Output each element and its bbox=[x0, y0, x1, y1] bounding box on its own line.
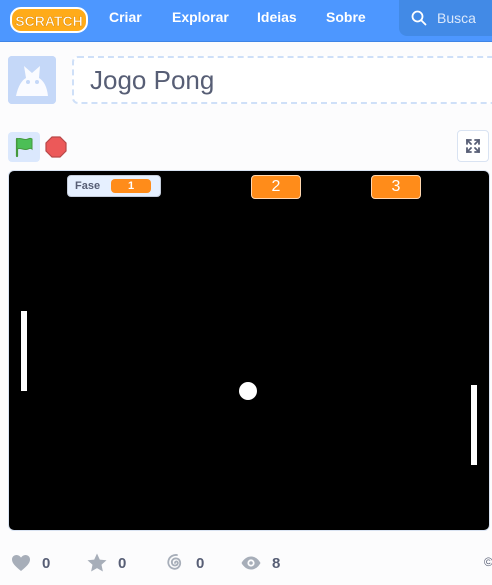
project-stage[interactable]: Fase 1 2 3 bbox=[8, 170, 490, 531]
eye-icon bbox=[241, 556, 261, 570]
variable-monitor: Fase 1 bbox=[67, 175, 161, 197]
fullscreen-icon bbox=[466, 139, 480, 153]
nav-about-link[interactable]: Sobre bbox=[326, 0, 366, 42]
svg-text:SCRATCH: SCRATCH bbox=[15, 13, 82, 29]
copyright-symbol: © bbox=[484, 555, 492, 569]
green-flag-icon bbox=[15, 137, 33, 158]
level-3-button[interactable]: 3 bbox=[371, 175, 421, 199]
nav-create-link[interactable]: Criar bbox=[109, 0, 142, 42]
right-paddle bbox=[471, 385, 477, 465]
search-icon bbox=[411, 10, 427, 26]
fullscreen-button[interactable] bbox=[457, 130, 489, 162]
nav-explore-link[interactable]: Explorar bbox=[172, 0, 229, 42]
nav-ideas-link[interactable]: Ideias bbox=[257, 0, 297, 42]
favorite-stat[interactable]: 0 bbox=[86, 551, 126, 575]
top-nav-bar: SCRATCH Criar Explorar Ideias Sobre bbox=[0, 0, 492, 42]
stop-button[interactable] bbox=[44, 135, 68, 159]
project-title-field[interactable]: Jogo Pong bbox=[72, 56, 492, 104]
search-input[interactable] bbox=[437, 10, 491, 26]
scratch-logo[interactable]: SCRATCH bbox=[10, 6, 88, 34]
star-icon bbox=[87, 553, 107, 572]
love-count: 0 bbox=[42, 554, 51, 572]
stop-icon bbox=[45, 136, 67, 158]
left-paddle bbox=[21, 311, 27, 391]
pong-ball bbox=[239, 382, 257, 400]
views-count: 8 bbox=[272, 554, 281, 572]
love-stat[interactable]: 0 bbox=[10, 551, 50, 575]
remix-stat: 0 bbox=[164, 551, 204, 575]
author-avatar[interactable] bbox=[8, 56, 56, 104]
variable-label: Fase bbox=[75, 180, 101, 192]
search-box[interactable] bbox=[399, 0, 492, 36]
level-2-button[interactable]: 2 bbox=[251, 175, 301, 199]
favorite-count: 0 bbox=[118, 554, 127, 572]
remix-count: 0 bbox=[196, 554, 205, 572]
heart-icon bbox=[12, 555, 30, 571]
variable-value: 1 bbox=[111, 179, 151, 193]
green-flag-button[interactable] bbox=[8, 132, 40, 162]
views-stat: 8 bbox=[240, 551, 280, 575]
remix-icon bbox=[167, 554, 182, 570]
